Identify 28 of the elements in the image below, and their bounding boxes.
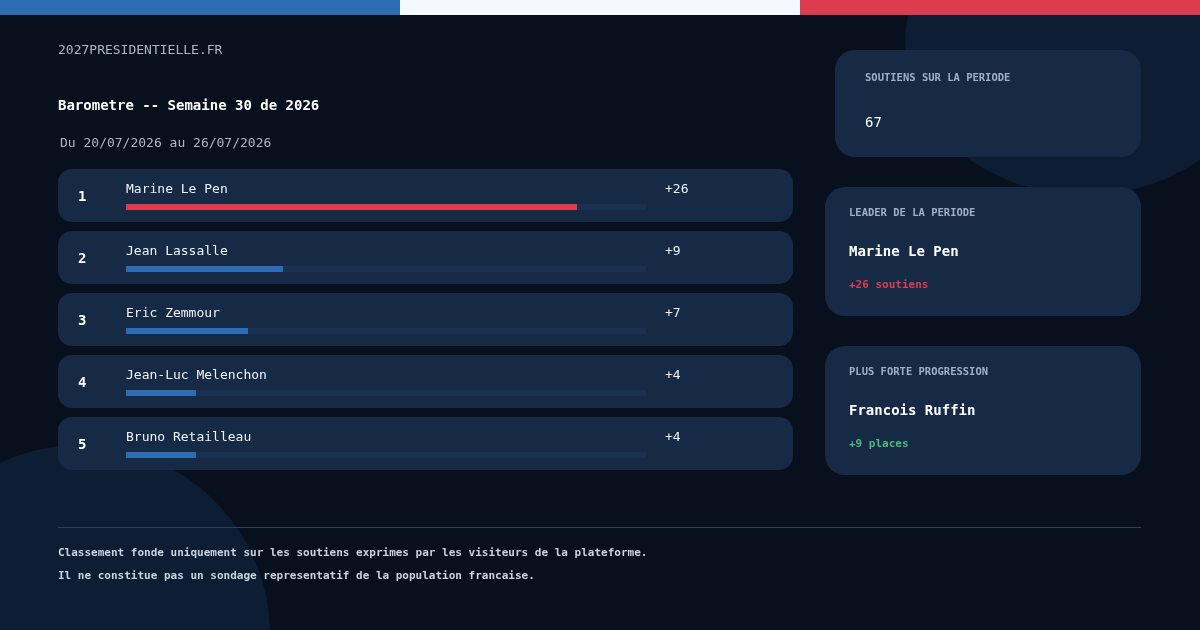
disclaimer-text: Il ne constitue pas un sondage representatif de la population francaise.: [58, 569, 535, 582]
candidate-name: Jean Lassalle: [126, 243, 228, 258]
card-label: LEADER DE LA PERIODE: [849, 206, 976, 218]
card-note: +9 places: [849, 437, 909, 450]
candidate-name: Eric Zemmour: [126, 305, 220, 320]
site-name: 2027PRESIDENTIELLE.FR: [58, 42, 224, 58]
rank-number: 2: [78, 250, 88, 266]
card-note: +26 soutiens: [849, 278, 929, 291]
page-title: Barometre -- Semaine 30 de 2026: [58, 97, 321, 113]
support-delta: +9: [665, 243, 681, 258]
card-value: 67: [865, 114, 882, 130]
rank-number: 5: [78, 436, 88, 452]
support-delta: +26: [665, 181, 689, 196]
support-delta: +4: [665, 367, 681, 382]
rank-number: 4: [78, 374, 88, 390]
rank-number: 3: [78, 312, 88, 328]
candidate-name: Bruno Retailleau: [126, 429, 252, 444]
period-text: Du 20/07/2026 au 26/07/2026: [60, 135, 273, 150]
card-value: Marine Le Pen: [849, 243, 959, 259]
support-delta: +4: [665, 429, 681, 444]
support-delta: +7: [665, 305, 681, 320]
disclaimer-text: Classement fonde uniquement sur les soutiens exprimes par les visiteurs de la plateforme.: [58, 546, 648, 559]
rank-number: 1: [78, 188, 88, 204]
card-label: SOUTIENS SUR LA PERIODE: [865, 71, 1011, 83]
card-value: Francois Ruffin: [849, 402, 976, 418]
card-label: PLUS FORTE PROGRESSION: [849, 365, 989, 377]
candidate-name: Marine Le Pen: [126, 181, 228, 196]
candidate-name: Jean-Luc Melenchon: [126, 367, 267, 382]
